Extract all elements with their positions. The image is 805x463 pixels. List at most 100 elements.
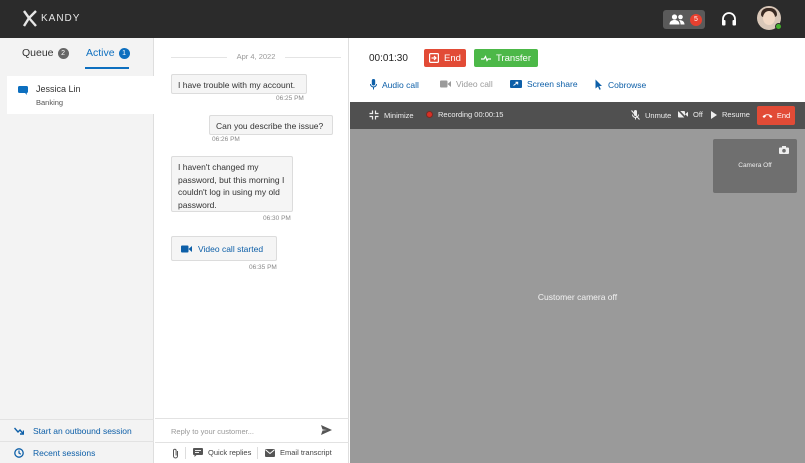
recording-dot-icon <box>426 111 433 118</box>
kandy-logo-icon <box>22 10 37 27</box>
date-divider-line-left <box>171 57 227 58</box>
microphone-icon <box>370 79 377 90</box>
message-time: 06:25 PM <box>276 95 304 102</box>
active-count-badge: 1 <box>118 47 130 59</box>
video-camera-icon <box>440 80 451 88</box>
top-bar: KANDY 5 <box>0 0 805 38</box>
chat-date: Apr 4, 2022 <box>236 52 276 61</box>
session-tabs: Queue 2 Active 1 <box>0 38 154 70</box>
sessions-panel: Queue 2 Active 1 Jessica Lin Banking Sta… <box>0 38 154 463</box>
session-item[interactable]: Jessica Lin Banking <box>7 76 154 114</box>
active-tab-indicator <box>85 67 129 69</box>
call-panel: 00:01:30 End Transfer Audio call Video c… <box>350 38 805 463</box>
camera-off-icon <box>678 110 688 119</box>
recording-indicator: Recording 00:00:15 <box>426 110 503 119</box>
outbound-arrow-icon <box>14 427 24 435</box>
quick-replies-button[interactable]: Quick replies <box>193 448 251 457</box>
avatar-face <box>763 11 775 25</box>
message-time: 06:30 PM <box>263 215 291 222</box>
quick-replies-label: Quick replies <box>208 448 252 457</box>
email-transcript-label: Email transcript <box>280 448 332 457</box>
tab-queue-label: Queue <box>22 47 54 59</box>
start-outbound-session-link[interactable]: Start an outbound session <box>0 419 154 441</box>
video-call-button[interactable]: Video call <box>440 79 493 89</box>
screen-share-button[interactable]: Screen share <box>510 79 578 89</box>
video-toolbar: Minimize Recording 00:00:15 Unmute Off R… <box>350 102 805 129</box>
hang-up-icon <box>762 113 773 118</box>
customer-message: I haven't changed my password, but this … <box>171 156 293 212</box>
envelope-icon <box>265 448 275 457</box>
recording-label: Recording 00:00:15 <box>438 110 504 119</box>
minimize-label: Minimize <box>384 110 414 120</box>
video-call-label: Video call <box>456 79 493 89</box>
screen-share-icon <box>510 79 522 88</box>
minimize-icon <box>369 110 379 120</box>
minimize-button[interactable]: Minimize <box>369 110 414 120</box>
chat-icon <box>18 86 28 95</box>
end-session-button[interactable]: End <box>424 49 466 67</box>
exit-icon <box>429 53 440 63</box>
message-time: 06:26 PM <box>212 136 240 143</box>
logo-text: KANDY <box>41 13 81 24</box>
recent-sessions-link[interactable]: Recent sessions <box>0 441 154 463</box>
headset-button[interactable] <box>721 11 737 27</box>
start-outbound-session-label: Start an outbound session <box>33 425 132 436</box>
self-view-tile[interactable]: Camera Off <box>713 139 797 193</box>
queue-count-badge: 2 <box>57 47 69 59</box>
reply-input[interactable] <box>171 425 311 437</box>
quick-replies-icon <box>193 448 203 457</box>
audio-call-button[interactable]: Audio call <box>370 79 419 90</box>
tab-active[interactable]: Active 1 <box>86 47 130 59</box>
clock-icon <box>14 447 24 458</box>
toolbar-divider <box>185 447 186 459</box>
cursor-icon <box>595 79 602 90</box>
cobrowse-label: Cobrowse <box>608 79 647 90</box>
transfer-label: Transfer <box>495 52 532 64</box>
tab-active-label: Active <box>86 47 115 59</box>
team-button[interactable]: 5 <box>663 10 705 29</box>
end-session-label: End <box>444 52 461 64</box>
camera-icon <box>779 146 789 154</box>
call-controls: 00:01:30 End Transfer Audio call Video c… <box>350 38 805 102</box>
transfer-button[interactable]: Transfer <box>474 49 538 67</box>
email-transcript-button[interactable]: Email transcript <box>265 448 332 457</box>
play-icon <box>711 110 717 119</box>
paperclip-icon[interactable] <box>172 448 179 459</box>
camera-off-label: Off <box>693 110 703 119</box>
video-call-started-label: Video call started <box>198 243 264 254</box>
unmute-label: Unmute <box>645 110 672 120</box>
end-call-button[interactable]: End <box>757 106 795 125</box>
session-queue: Banking <box>36 98 64 107</box>
end-call-label: End <box>776 111 791 120</box>
message-composer <box>155 418 349 442</box>
kandy-logo[interactable]: KANDY <box>22 10 80 27</box>
message-time: 06:35 PM <box>249 264 277 271</box>
send-icon[interactable] <box>321 425 332 435</box>
resume-button[interactable]: Resume <box>711 110 750 119</box>
chat-panel: Apr 4, 2022 I have trouble with my accou… <box>155 38 349 463</box>
cobrowse-button[interactable]: Cobrowse <box>595 79 646 90</box>
headset-icon <box>722 12 736 26</box>
customer-video-area: Camera Off Customer camera off <box>350 129 805 463</box>
recent-sessions-label: Recent sessions <box>33 447 96 458</box>
unmute-button[interactable]: Unmute <box>631 110 671 120</box>
video-camera-icon <box>181 245 192 252</box>
team-count-badge: 5 <box>690 13 702 26</box>
transfer-icon <box>480 54 491 62</box>
toolbar-divider <box>257 447 258 459</box>
user-avatar[interactable] <box>757 6 782 30</box>
people-icon <box>669 14 685 25</box>
audio-call-label: Audio call <box>382 79 419 90</box>
tab-queue[interactable]: Queue 2 <box>22 47 69 59</box>
agent-message: Can you describe the issue? <box>209 115 333 135</box>
self-view-status: Camera Off <box>738 162 772 169</box>
date-divider-line-right <box>285 57 341 58</box>
resume-label: Resume <box>722 110 750 119</box>
video-call-started-event: Video call started <box>171 236 277 261</box>
online-status-dot <box>775 23 782 30</box>
session-name: Jessica Lin <box>36 84 81 94</box>
date-divider: Apr 4, 2022 <box>171 52 341 62</box>
customer-camera-status: Customer camera off <box>537 292 618 302</box>
microphone-muted-icon <box>631 110 640 120</box>
camera-off-button[interactable]: Off <box>678 110 703 119</box>
